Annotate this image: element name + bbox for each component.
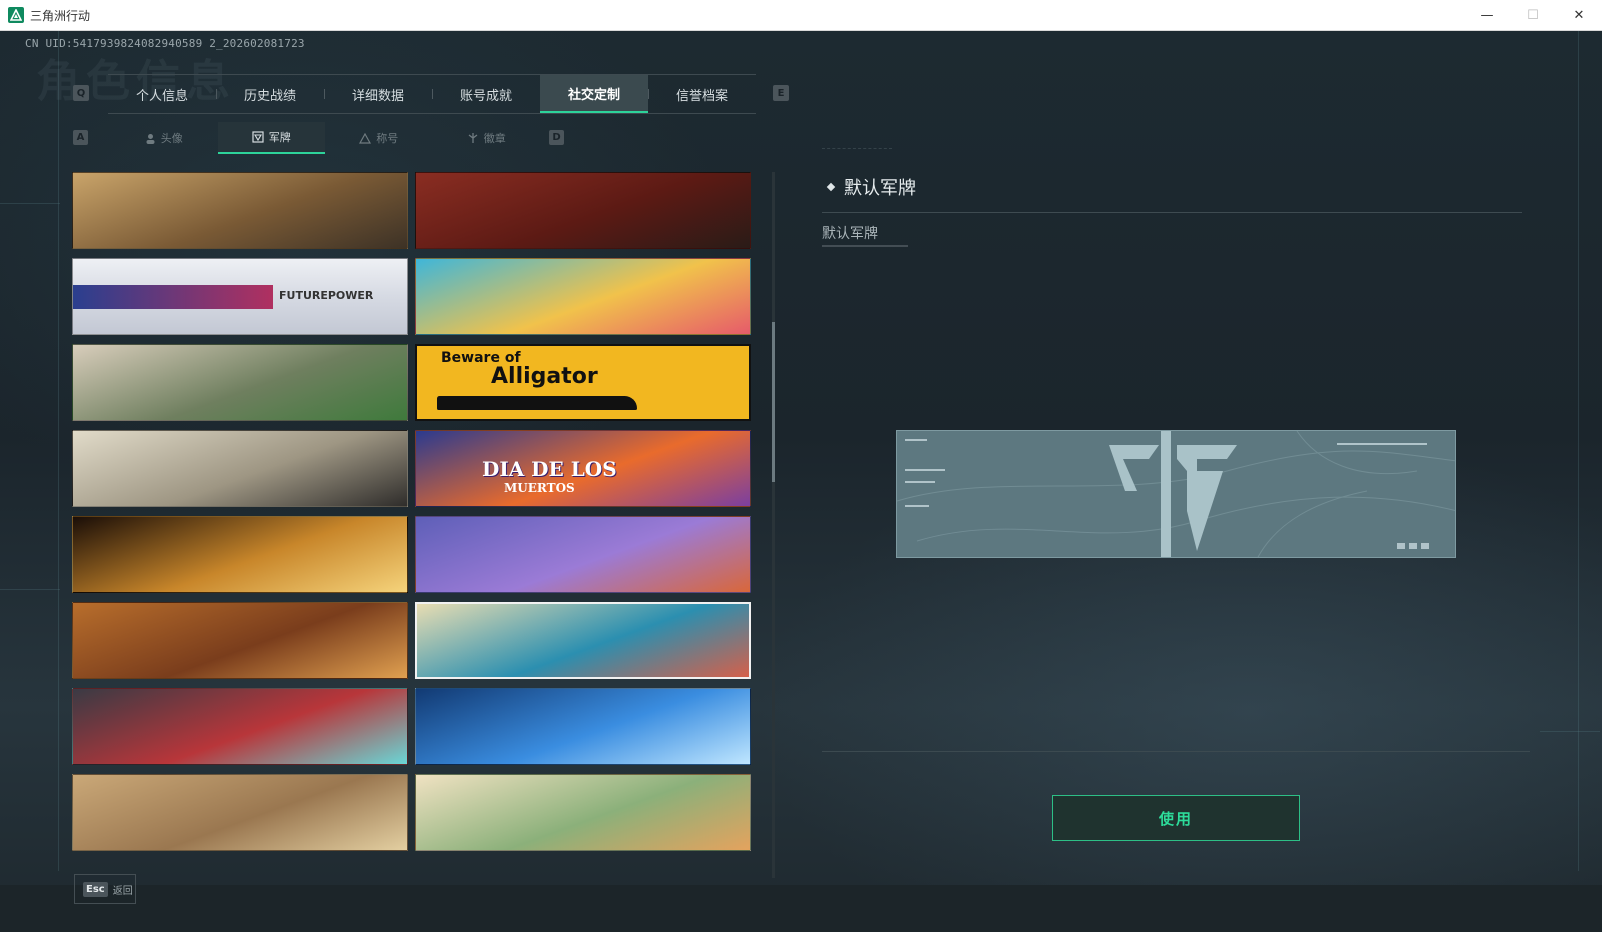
esc-key-hint: Esc [83,881,108,897]
subtab-label: 徽章 [483,132,506,145]
dogtag-card-sugar-skull-graveyard[interactable] [415,516,751,593]
person-icon [145,133,156,144]
bottom-divider [822,751,1530,752]
decor-line [1540,731,1600,732]
decor-line [58,31,59,871]
card-text: MUERTOS [504,481,575,495]
window-title: 三角洲行动 [30,8,91,23]
detail-description: 默认军牌 [822,226,878,242]
detail-title-text: 默认军牌 [844,178,916,199]
scrollbar[interactable] [772,172,775,878]
dogtag-card-pixel-game[interactable] [72,688,408,765]
detail-underline [822,245,908,247]
dogtag-card-windmill-knight[interactable] [72,430,408,507]
minimize-button[interactable]: — [1464,0,1510,31]
dogtag-card-kitchen-girl[interactable] [415,774,751,851]
dogtag-card-dia-de-los-muertos[interactable]: DIA DE LOS MUERTOS [415,430,751,507]
tab-personal-info[interactable]: 个人信息 [108,75,216,113]
tab-achievements[interactable]: 账号成就 [432,75,540,113]
decor-line [0,589,60,590]
decor-line [1578,31,1579,871]
subtab-avatar[interactable]: 头像 [110,122,218,154]
dogtag-card-kraken-wave[interactable] [415,602,751,679]
default-dogtag-emblem-icon [897,431,1455,557]
scrollbar-thumb[interactable] [772,322,775,482]
card-text: Alligator [491,364,598,389]
badge-icon [467,132,479,144]
subtab-label: 头像 [160,132,183,145]
window-controls: — ☐ ✕ [1464,0,1602,31]
prev-tab-key-hint[interactable]: Q [73,85,89,101]
card-text: DIA DE LOS [482,457,617,481]
dogtag-card-ancient-map[interactable] [72,774,408,851]
dogtag-card-beware-of-alligator[interactable]: Beware of Alligator [415,344,751,421]
dogtag-card-cafe-girl[interactable] [72,344,408,421]
dogtag-card-desert-town[interactable] [72,172,408,249]
diamond-icon [826,182,836,192]
close-button[interactable]: ✕ [1556,0,1602,31]
app-logo-icon [8,7,24,23]
detail-divider [822,212,1522,213]
subtab-dogtag[interactable]: 军牌 [217,122,325,154]
card-stripe [73,285,273,309]
back-label: 返回 [112,885,133,897]
dogtag-card-xray-skeletons[interactable] [415,688,751,765]
subtab-title[interactable]: 称号 [325,122,433,154]
window-titlebar: 三角洲行动 — ☐ ✕ [0,0,1602,31]
next-subtab-key-hint[interactable]: D [549,130,564,145]
dogtag-grid: FUTUREPOWER Beware of Alligator DIA DE LOS M… [72,172,772,878]
decor-line [0,203,60,204]
prev-subtab-key-hint[interactable]: A [73,130,88,145]
game-screen: 角色信息 CN UID:5417939824082940589 2_202602… [0,31,1602,932]
maximize-button[interactable]: ☐ [1510,0,1556,31]
card-text: FUTUREPOWER [279,289,374,302]
use-button[interactable]: 使用 [1052,795,1300,841]
subtab-label: 称号 [376,132,399,145]
subtab-badge[interactable]: 徽章 [433,122,541,154]
tab-credit-record[interactable]: 信誉档案 [648,75,756,113]
uid-label: CN UID:5417939824082940589 2_20260208172… [25,37,305,50]
dogtag-card-future-power[interactable]: FUTUREPOWER [72,258,408,335]
subtab-label: 军牌 [268,131,291,144]
dogtag-preview [896,430,1456,558]
footer-bar [0,885,1602,932]
detail-decor [822,148,892,160]
dogtag-card-candle-swan[interactable] [72,516,408,593]
next-tab-key-hint[interactable]: E [773,85,789,101]
tab-detailed-stats[interactable]: 详细数据 [324,75,432,113]
back-button[interactable]: Esc 返回 [74,874,136,904]
dogtag-card-beach-chef[interactable] [415,258,751,335]
dogtag-card-autumn-skeleton[interactable] [72,602,408,679]
dogtag-card-squad-soldiers[interactable] [415,172,751,249]
triangle-icon [359,132,372,144]
sub-tab-bar: 头像 军牌 称号 徽章 [110,122,540,154]
detail-title: 默认军牌 [826,174,916,200]
main-tab-bar: 个人信息 历史战绩 详细数据 账号成就 社交定制 信誉档案 [108,74,756,114]
dogtag-icon [252,131,264,143]
tab-social-customization[interactable]: 社交定制 [540,75,648,113]
tab-match-history[interactable]: 历史战绩 [216,75,324,113]
alligator-silhouette [437,396,637,410]
